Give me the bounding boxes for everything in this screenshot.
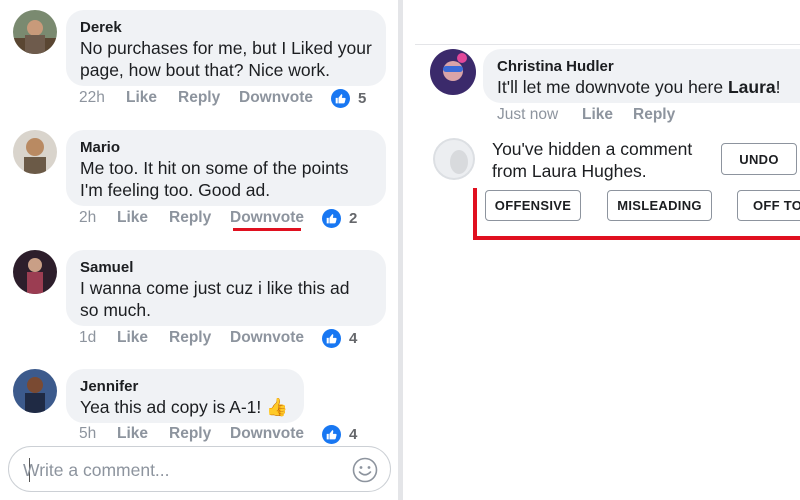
like-button[interactable]: Like bbox=[126, 89, 157, 107]
comment-actions: 22h Like Reply Downvote bbox=[79, 89, 319, 109]
avatar-jennifer[interactable] bbox=[13, 369, 57, 413]
reply-button[interactable]: Reply bbox=[169, 425, 211, 443]
like-button[interactable]: Like bbox=[117, 209, 148, 227]
like-count-number: 2 bbox=[349, 210, 358, 227]
comment-actions: 1d Like Reply Downvote bbox=[79, 329, 319, 349]
smiley-icon[interactable] bbox=[352, 457, 378, 488]
thumbs-up-icon bbox=[331, 89, 350, 108]
avatar-mario[interactable] bbox=[13, 130, 57, 174]
avatar-image bbox=[13, 369, 57, 413]
like-count-number: 4 bbox=[349, 330, 358, 347]
avatar-samuel[interactable] bbox=[13, 250, 57, 294]
avatar-image bbox=[430, 49, 476, 95]
comment-text-line: Me too. It hit on some of the points bbox=[80, 158, 349, 178]
like-button[interactable]: Like bbox=[582, 106, 613, 124]
avatar-image bbox=[433, 138, 475, 180]
comment-bubble-mario[interactable]: Mario Me too. It hit on some of the poin… bbox=[66, 130, 386, 206]
reply-button[interactable]: Reply bbox=[169, 209, 211, 227]
comment-time[interactable]: 5h bbox=[79, 425, 96, 443]
avatar-hidden-placeholder bbox=[433, 138, 475, 180]
undo-button[interactable]: UNDO bbox=[721, 143, 797, 175]
hidden-comment-notice: You've hidden a comment from Laura Hughe… bbox=[492, 138, 707, 182]
downvote-button[interactable]: Downvote bbox=[230, 425, 304, 443]
avatar-image bbox=[13, 130, 57, 174]
like-button[interactable]: Like bbox=[117, 425, 148, 443]
comment-text-part: ! bbox=[775, 77, 781, 97]
avatar-image bbox=[13, 10, 57, 54]
comment-actions: 2h Like Reply Downvote bbox=[79, 209, 319, 229]
comment-bubble-samuel[interactable]: Samuel I wanna come just cuz i like this… bbox=[66, 250, 386, 326]
highlight-bracket-horizontal bbox=[473, 236, 800, 240]
like-count[interactable]: 5 bbox=[331, 89, 366, 108]
hidden-notice-line: from Laura Hughes. bbox=[492, 161, 647, 181]
comment-author[interactable]: Derek bbox=[80, 18, 372, 37]
comment-bubble-derek[interactable]: Derek No purchases for me, but I Liked y… bbox=[66, 10, 386, 86]
comment-text-mention[interactable]: Laura bbox=[728, 77, 776, 97]
downvote-button[interactable]: Downvote bbox=[230, 209, 304, 227]
avatar-image bbox=[13, 250, 57, 294]
avatar-derek[interactable] bbox=[13, 10, 57, 54]
downvote-button[interactable]: Downvote bbox=[239, 89, 313, 107]
comment-actions: Just now Like Reply bbox=[497, 106, 737, 126]
comment-text-line: No purchases for me, but I Liked your bbox=[80, 38, 372, 58]
avatar-christina[interactable] bbox=[430, 49, 476, 95]
like-count-number: 4 bbox=[349, 426, 358, 443]
reply-button[interactable]: Reply bbox=[178, 89, 220, 107]
comment-bubble-jennifer[interactable]: Jennifer Yea this ad copy is A-1! 👍 bbox=[66, 369, 304, 423]
comment-text: It'll let me downvote you here Laura! bbox=[497, 76, 789, 98]
reply-button[interactable]: Reply bbox=[633, 106, 675, 124]
downvote-highlight-underline bbox=[233, 228, 301, 231]
reason-offensive-button[interactable]: OFFENSIVE bbox=[485, 190, 581, 221]
like-count[interactable]: 2 bbox=[322, 209, 357, 228]
comment-author[interactable]: Samuel bbox=[80, 258, 372, 277]
downvote-button[interactable]: Downvote bbox=[230, 329, 304, 347]
reply-button[interactable]: Reply bbox=[169, 329, 211, 347]
comment-author[interactable]: Jennifer bbox=[80, 377, 290, 396]
thumbs-up-icon bbox=[322, 329, 341, 348]
like-count[interactable]: 4 bbox=[322, 425, 357, 444]
thumbs-up-icon bbox=[322, 209, 341, 228]
like-count[interactable]: 4 bbox=[322, 329, 357, 348]
comment-input[interactable] bbox=[21, 456, 345, 484]
comment-text-line: Yea this ad copy is A-1! 👍 bbox=[80, 397, 288, 417]
like-button[interactable]: Like bbox=[117, 329, 148, 347]
comment-text-part: It'll let me downvote you here bbox=[497, 77, 728, 97]
comments-panel-left: Derek No purchases for me, but I Liked y… bbox=[0, 0, 398, 500]
reason-off-topic-button[interactable]: OFF TO bbox=[737, 190, 800, 221]
comment-text-line: page, how bout that? Nice work. bbox=[80, 60, 331, 80]
highlight-bracket-vertical bbox=[473, 188, 477, 240]
reason-misleading-button[interactable]: MISLEADING bbox=[607, 190, 712, 221]
comment-composer[interactable] bbox=[8, 446, 391, 492]
comment-time[interactable]: 2h bbox=[79, 209, 96, 227]
comments-panel-right: Christina Hudler It'll let me downvote y… bbox=[403, 0, 800, 500]
comment-time[interactable]: 1d bbox=[79, 329, 96, 347]
comment-time[interactable]: Just now bbox=[497, 106, 558, 124]
comment-time[interactable]: 22h bbox=[79, 89, 105, 107]
like-count-number: 5 bbox=[358, 90, 367, 107]
thumbs-up-icon bbox=[322, 425, 341, 444]
comment-bubble-christina[interactable]: Christina Hudler It'll let me downvote y… bbox=[483, 49, 800, 103]
panel-top-border bbox=[415, 44, 800, 45]
comment-actions: 5h Like Reply Downvote bbox=[79, 425, 319, 445]
hidden-notice-line: You've hidden a comment bbox=[492, 139, 693, 159]
comment-text-line: so much. bbox=[80, 300, 151, 320]
comment-text-line: I wanna come just cuz i like this ad bbox=[80, 278, 350, 298]
comment-text-line: I'm feeling too. Good ad. bbox=[80, 180, 271, 200]
comment-author[interactable]: Christina Hudler bbox=[497, 57, 789, 76]
comment-author[interactable]: Mario bbox=[80, 138, 372, 157]
